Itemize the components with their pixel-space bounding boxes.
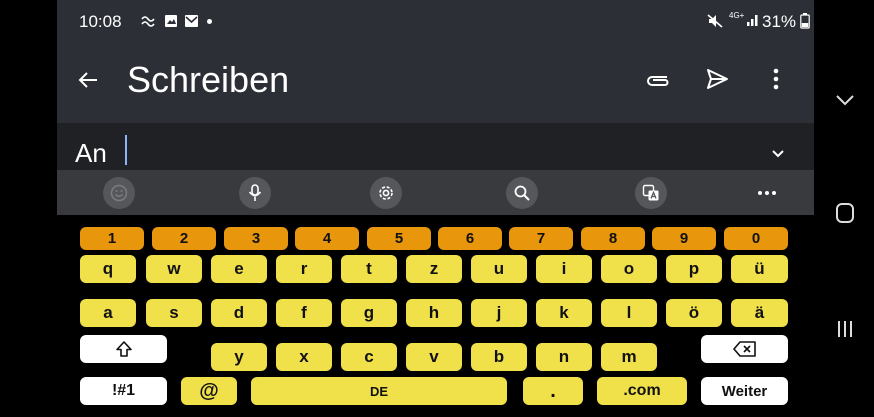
attach-icon[interactable] bbox=[645, 70, 671, 95]
key-h[interactable]: h bbox=[406, 299, 462, 327]
key-y[interactable]: y bbox=[211, 343, 267, 371]
key-8[interactable]: 8 bbox=[581, 227, 645, 250]
space-key[interactable]: DE bbox=[251, 377, 507, 405]
key-c[interactable]: c bbox=[341, 343, 397, 371]
more-horiz-icon bbox=[758, 191, 776, 195]
toolbar-more-button[interactable] bbox=[749, 175, 785, 211]
key-w[interactable]: w bbox=[146, 255, 202, 283]
nav-home-button[interactable] bbox=[826, 196, 864, 230]
key-q[interactable]: q bbox=[80, 255, 136, 283]
voice-input-button[interactable] bbox=[237, 175, 273, 211]
image-notification-icon bbox=[164, 14, 178, 33]
recipient-row[interactable]: An bbox=[57, 123, 814, 170]
translate-button[interactable] bbox=[633, 175, 669, 211]
back-arrow-icon[interactable] bbox=[77, 69, 99, 96]
nav-hide-keyboard-button[interactable] bbox=[826, 84, 864, 116]
battery-percent: 31% bbox=[762, 12, 797, 31]
expand-recipients-icon[interactable] bbox=[771, 146, 785, 164]
app-bar: Schreiben bbox=[57, 44, 814, 123]
key-b[interactable]: b bbox=[471, 343, 527, 371]
shift-key[interactable] bbox=[80, 335, 167, 363]
key-d[interactable]: d bbox=[211, 299, 267, 327]
keyboard: 1 2 3 4 5 6 7 8 9 0 q w e r t z u i o p … bbox=[57, 215, 814, 417]
key-o-umlaut[interactable]: ö bbox=[666, 299, 722, 327]
signal-strength-icon bbox=[746, 13, 760, 32]
key-2[interactable]: 2 bbox=[152, 227, 216, 250]
key-a-umlaut[interactable]: ä bbox=[731, 299, 788, 327]
key-0[interactable]: 0 bbox=[724, 227, 788, 250]
key-5[interactable]: 5 bbox=[367, 227, 431, 250]
settings-gear-icon bbox=[370, 177, 402, 209]
key-p[interactable]: p bbox=[666, 255, 722, 283]
key-e[interactable]: e bbox=[211, 255, 267, 283]
key-a[interactable]: a bbox=[80, 299, 136, 327]
network-type-label: 4G+ bbox=[729, 11, 745, 20]
key-l[interactable]: l bbox=[601, 299, 657, 327]
key-1[interactable]: 1 bbox=[80, 227, 144, 250]
key-v[interactable]: v bbox=[406, 343, 462, 371]
send-icon[interactable] bbox=[705, 68, 729, 95]
at-key[interactable]: @ bbox=[181, 377, 237, 405]
page-title: Schreiben bbox=[127, 59, 290, 100]
key-k[interactable]: k bbox=[536, 299, 592, 327]
key-u[interactable]: u bbox=[471, 255, 527, 283]
backspace-key[interactable] bbox=[701, 335, 788, 363]
battery-icon bbox=[800, 13, 810, 34]
keyboard-search-button[interactable] bbox=[504, 175, 540, 211]
search-icon bbox=[506, 177, 538, 209]
translate-icon bbox=[635, 177, 667, 209]
key-g[interactable]: g bbox=[341, 299, 397, 327]
key-r[interactable]: r bbox=[276, 255, 332, 283]
key-o[interactable]: o bbox=[601, 255, 657, 283]
phone-screen: 10:08 4G+ 31% Schreiben An 1 2 3 4 5 6 7… bbox=[57, 0, 814, 417]
key-3[interactable]: 3 bbox=[224, 227, 288, 250]
key-s[interactable]: s bbox=[146, 299, 202, 327]
more-vert-icon[interactable] bbox=[773, 68, 779, 95]
keyboard-toolbar bbox=[57, 170, 814, 215]
key-u-umlaut[interactable]: ü bbox=[731, 255, 788, 283]
period-key[interactable]: . bbox=[523, 377, 583, 405]
next-key[interactable]: Weiter bbox=[701, 377, 788, 405]
key-t[interactable]: t bbox=[341, 255, 397, 283]
recipient-label: An bbox=[75, 138, 107, 168]
key-4[interactable]: 4 bbox=[295, 227, 359, 250]
chevron-down-icon bbox=[836, 95, 854, 106]
key-m[interactable]: m bbox=[601, 343, 657, 371]
backspace-icon bbox=[732, 341, 756, 357]
key-6[interactable]: 6 bbox=[438, 227, 502, 250]
text-cursor bbox=[125, 135, 127, 165]
symbols-key[interactable]: !#1 bbox=[80, 377, 167, 405]
home-icon bbox=[836, 203, 854, 223]
key-f[interactable]: f bbox=[276, 299, 332, 327]
key-x[interactable]: x bbox=[276, 343, 332, 371]
key-9[interactable]: 9 bbox=[652, 227, 716, 250]
key-j[interactable]: j bbox=[471, 299, 527, 327]
key-7[interactable]: 7 bbox=[509, 227, 573, 250]
nav-recents-button[interactable] bbox=[826, 312, 864, 346]
status-time: 10:08 bbox=[79, 12, 122, 31]
notification-dot-icon bbox=[207, 19, 212, 24]
keyboard-settings-button[interactable] bbox=[368, 175, 404, 211]
signal-wave-icon bbox=[141, 14, 157, 32]
microphone-icon bbox=[239, 177, 271, 209]
emoji-button[interactable] bbox=[101, 175, 137, 211]
emoji-icon bbox=[103, 177, 135, 209]
key-z[interactable]: z bbox=[406, 255, 462, 283]
dotcom-key[interactable]: .com bbox=[597, 377, 687, 405]
recents-icon bbox=[838, 321, 852, 337]
key-i[interactable]: i bbox=[536, 255, 592, 283]
key-n[interactable]: n bbox=[536, 343, 592, 371]
mail-notification-icon bbox=[184, 14, 199, 33]
status-bar: 10:08 4G+ 31% bbox=[57, 0, 814, 44]
shift-arrow-icon bbox=[115, 341, 132, 357]
mute-icon bbox=[707, 14, 723, 33]
